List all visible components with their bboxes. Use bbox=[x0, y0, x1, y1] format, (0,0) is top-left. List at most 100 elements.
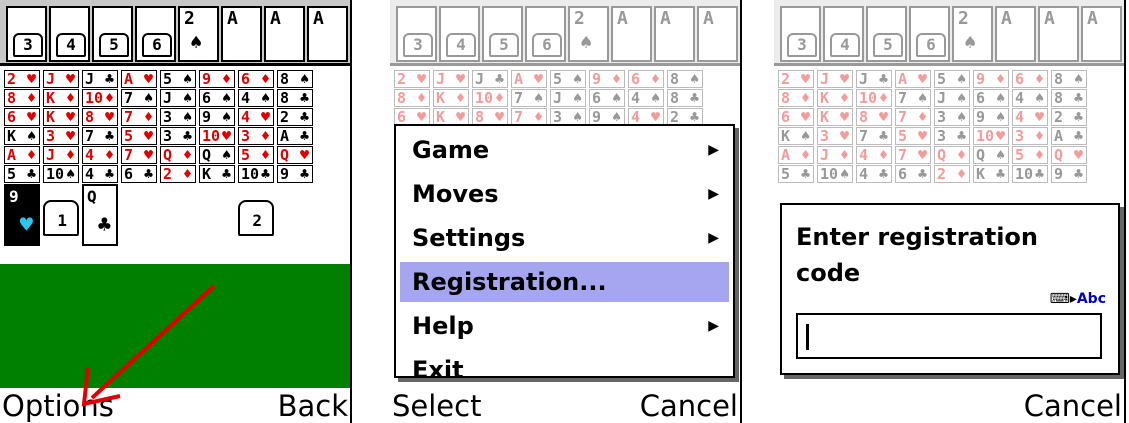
card[interactable]: 3♥ bbox=[817, 127, 853, 145]
menu-item-exit[interactable]: Exit bbox=[400, 350, 729, 390]
foundation-slot[interactable]: 3 bbox=[396, 6, 437, 62]
card[interactable]: 7 ♠ bbox=[895, 89, 931, 107]
card[interactable]: 10♠ bbox=[817, 165, 853, 183]
foundation-slot[interactable]: 6 bbox=[525, 6, 566, 62]
card[interactable]: 2 ♥ bbox=[778, 70, 814, 88]
card[interactable]: 9 ♦ bbox=[973, 70, 1009, 88]
card-rank: 7 bbox=[859, 127, 869, 145]
card[interactable]: K♣ bbox=[973, 165, 1009, 183]
card[interactable]: K♠ bbox=[778, 127, 814, 145]
card[interactable]: J ♠ bbox=[934, 89, 970, 107]
card[interactable]: 7 ♦ bbox=[895, 108, 931, 126]
card[interactable]: J ♣ bbox=[856, 70, 892, 88]
card[interactable]: 3♣ bbox=[934, 127, 970, 145]
card[interactable]: 8 ♦ bbox=[778, 89, 814, 107]
card[interactable]: 7 ♠ bbox=[511, 89, 547, 107]
card[interactable]: 2 ♥ bbox=[394, 70, 430, 88]
select-softkey[interactable]: Select bbox=[392, 389, 481, 423]
card[interactable]: A♦ bbox=[778, 146, 814, 164]
card-rank: 4 bbox=[631, 108, 641, 126]
card[interactable]: A ♥ bbox=[895, 70, 931, 88]
card[interactable]: 8 ♠ bbox=[667, 70, 703, 88]
card[interactable]: 7♥ bbox=[895, 146, 931, 164]
card[interactable]: 6 ♥ bbox=[778, 108, 814, 126]
cancel-softkey[interactable]: Cancel bbox=[640, 389, 738, 423]
card[interactable]: 5♦ bbox=[1012, 146, 1048, 164]
card[interactable]: J ♥ bbox=[433, 70, 469, 88]
registration-code-input[interactable] bbox=[796, 313, 1102, 359]
card[interactable]: 9 ♦ bbox=[589, 70, 625, 88]
card[interactable]: Q♠ bbox=[973, 146, 1009, 164]
cancel-softkey[interactable]: Cancel bbox=[1024, 389, 1122, 423]
card-rank: 9 bbox=[976, 70, 986, 88]
foundation-slot[interactable]: A bbox=[611, 6, 652, 62]
card[interactable]: 3 ♠ bbox=[934, 108, 970, 126]
foundation-slot[interactable]: 4 bbox=[439, 6, 480, 62]
card-rank: J bbox=[859, 70, 869, 88]
card-suit: ♠ bbox=[800, 127, 810, 145]
foundation-slot[interactable]: A bbox=[995, 6, 1036, 62]
card[interactable]: J ♥ bbox=[817, 70, 853, 88]
foundation-rank: A bbox=[660, 8, 671, 29]
foundation-slot[interactable]: 4 bbox=[823, 6, 864, 62]
card[interactable]: 2♦ bbox=[934, 165, 970, 183]
foundation-slot[interactable]: 2 ♠ bbox=[568, 6, 609, 62]
foundation-slot[interactable]: A bbox=[1038, 6, 1079, 62]
foundation-slot[interactable]: 2 ♠ bbox=[952, 6, 993, 62]
card[interactable]: 3♦ bbox=[1012, 127, 1048, 145]
card-rank: 10 bbox=[475, 89, 494, 107]
card[interactable]: A ♥ bbox=[511, 70, 547, 88]
card[interactable]: J♦ bbox=[817, 146, 853, 164]
menu-item-game[interactable]: Game ▶ bbox=[400, 130, 729, 170]
card[interactable]: J ♠ bbox=[550, 89, 586, 107]
foundation-slot[interactable]: 5 bbox=[482, 6, 523, 62]
card[interactable]: 4 ♠ bbox=[1012, 89, 1048, 107]
card[interactable]: 6♣ bbox=[895, 165, 931, 183]
card-rank: J bbox=[820, 146, 830, 164]
menu-item-help[interactable]: Help ▶ bbox=[400, 306, 729, 346]
card[interactable]: J ♣ bbox=[472, 70, 508, 88]
foundation-slot[interactable]: 3 bbox=[780, 6, 821, 62]
card[interactable]: 8 ♣ bbox=[1051, 89, 1087, 107]
card[interactable]: 4 ♥ bbox=[1012, 108, 1048, 126]
foundation-slot[interactable]: A bbox=[697, 6, 738, 62]
card[interactable]: 5 ♠ bbox=[934, 70, 970, 88]
card[interactable]: 4♣ bbox=[856, 165, 892, 183]
card[interactable]: K ♦ bbox=[817, 89, 853, 107]
card[interactable]: 4♦ bbox=[856, 146, 892, 164]
foundation-slot[interactable]: 5 bbox=[866, 6, 907, 62]
card[interactable]: 8 ♥ bbox=[856, 108, 892, 126]
card[interactable]: 6 ♠ bbox=[973, 89, 1009, 107]
card[interactable]: 6 ♦ bbox=[628, 70, 664, 88]
card[interactable]: 4 ♠ bbox=[628, 89, 664, 107]
card-suit: ♠ bbox=[1034, 89, 1044, 107]
card[interactable]: 8 ♣ bbox=[667, 89, 703, 107]
card[interactable]: 10 ♦ bbox=[472, 89, 508, 107]
menu-item-label: Help bbox=[412, 312, 474, 340]
menu-item-settings[interactable]: Settings ▶ bbox=[400, 218, 729, 258]
card[interactable]: Q♥ bbox=[1051, 146, 1087, 164]
card[interactable]: 2 ♣ bbox=[1051, 108, 1087, 126]
card[interactable]: K ♥ bbox=[817, 108, 853, 126]
foundation-slot[interactable]: 6 bbox=[909, 6, 950, 62]
card[interactable]: 8 ♦ bbox=[394, 89, 430, 107]
foundation-slot[interactable]: A bbox=[654, 6, 695, 62]
card[interactable]: K ♦ bbox=[433, 89, 469, 107]
card[interactable]: 7♣ bbox=[856, 127, 892, 145]
card[interactable]: 6 ♠ bbox=[589, 89, 625, 107]
foundation-slot[interactable]: A bbox=[1081, 6, 1122, 62]
card[interactable]: 9♣ bbox=[1051, 165, 1087, 183]
card[interactable]: 9 ♠ bbox=[973, 108, 1009, 126]
card[interactable]: 10♣ bbox=[1012, 165, 1048, 183]
card[interactable]: 10 ♦ bbox=[856, 89, 892, 107]
menu-item-moves[interactable]: Moves ▶ bbox=[400, 174, 729, 214]
card[interactable]: 5♣ bbox=[778, 165, 814, 183]
card[interactable]: 5 ♠ bbox=[550, 70, 586, 88]
card[interactable]: 8 ♠ bbox=[1051, 70, 1087, 88]
card[interactable]: 5♥ bbox=[895, 127, 931, 145]
card[interactable]: A♣ bbox=[1051, 127, 1087, 145]
card[interactable]: 10♥ bbox=[973, 127, 1009, 145]
card[interactable]: Q♦ bbox=[934, 146, 970, 164]
card[interactable]: 6 ♦ bbox=[1012, 70, 1048, 88]
menu-item-registration[interactable]: Registration... bbox=[400, 262, 729, 302]
